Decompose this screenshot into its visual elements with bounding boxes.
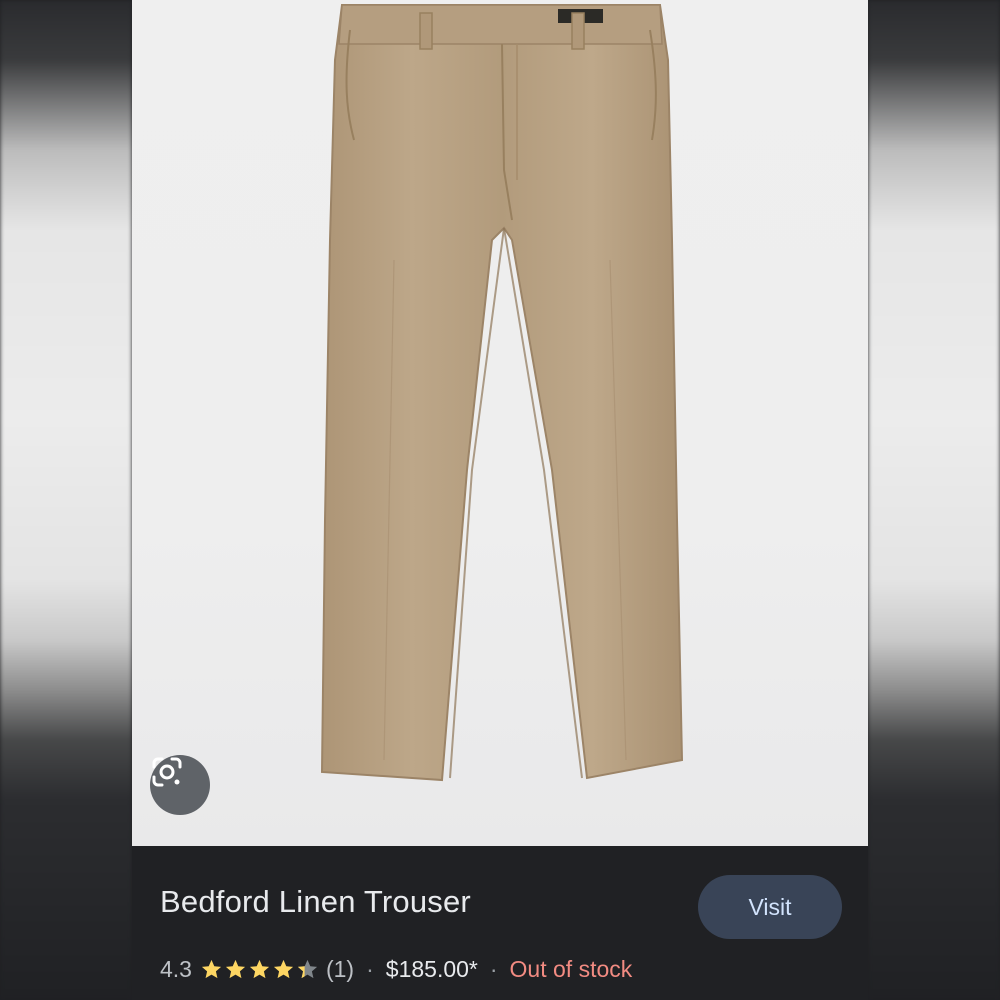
availability-status: Out of stock xyxy=(509,956,633,982)
separator-dot: · xyxy=(366,956,374,982)
star-full-icon xyxy=(249,959,270,979)
star-full-icon xyxy=(201,959,222,979)
trouser-illustration xyxy=(320,4,684,782)
star-full-icon xyxy=(225,959,246,979)
product-title[interactable]: Bedford Linen Trouser xyxy=(160,884,471,920)
product-meta-row: 4.3 (1) · $185.00* · Out of stock xyxy=(160,956,632,983)
star-full-icon xyxy=(273,959,294,979)
star-partial-icon xyxy=(297,959,318,979)
price: $185.00* xyxy=(385,956,478,982)
rating-value: 4.3 xyxy=(160,956,192,982)
star-rating xyxy=(200,958,320,981)
product-card: Bedford Linen Trouser Visit 4.3 (1) · $1… xyxy=(132,0,868,1000)
blurred-background-right xyxy=(868,0,1000,1000)
google-lens-icon xyxy=(152,757,182,787)
product-image[interactable] xyxy=(132,0,868,846)
visit-button[interactable]: Visit xyxy=(698,875,842,939)
lens-search-button[interactable] xyxy=(150,755,210,815)
separator-dot: · xyxy=(489,956,498,982)
review-count[interactable]: (1) xyxy=(326,956,354,983)
blurred-background-left xyxy=(0,0,132,1000)
